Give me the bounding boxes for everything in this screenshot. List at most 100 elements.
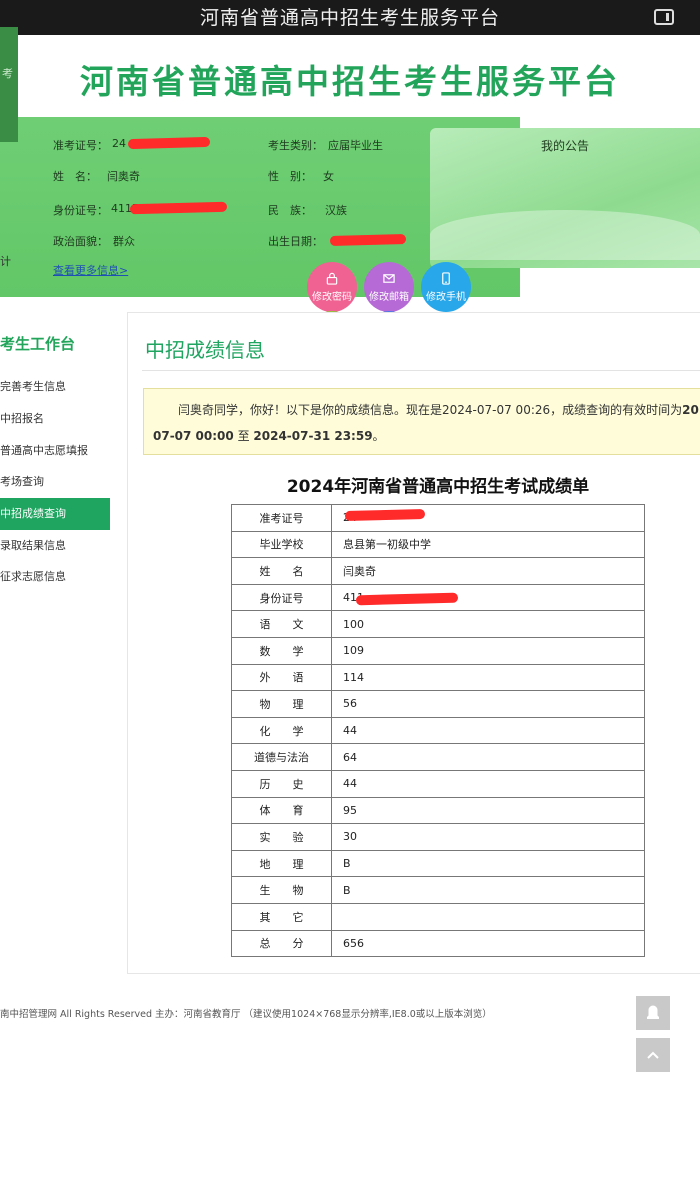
redaction-mark (344, 508, 426, 522)
table-row: 其 它 (231, 902, 645, 931)
lock-icon (326, 272, 338, 285)
top-bar: 河南省普通高中招生考生服务平台 (0, 0, 700, 35)
more-info-link[interactable]: 查看更多信息> (53, 262, 128, 278)
sidebar-item-volunteer[interactable]: 普通高中志愿填报 (0, 435, 110, 467)
row-value: 64 (331, 743, 645, 771)
sidebar-item-admission[interactable]: 录取结果信息 (0, 530, 110, 562)
row-subject: 化 学 (231, 716, 332, 745)
exam-no-value: 24 (112, 137, 126, 150)
table-row: 地 理B (231, 849, 645, 878)
row-subject: 物 理 (231, 690, 332, 718)
notice-date-start-time: 07-07 00:00 (153, 429, 234, 443)
customer-service-button[interactable] (636, 996, 670, 1030)
row-value: 30 (331, 823, 645, 851)
row-subject: 道德与法治 (231, 743, 332, 771)
gender-value: 女 (323, 170, 334, 183)
table-row: 道德与法治 64 (231, 743, 645, 771)
table-row: 生 物B (231, 876, 645, 904)
ethnic-value: 汉族 (325, 204, 347, 217)
change-phone-button[interactable]: 修改手机 (421, 262, 471, 312)
row-value: 息县第一初级中学 (331, 530, 645, 559)
row-value: B (331, 849, 645, 878)
table-row: 数 学 109 (231, 636, 645, 665)
table-row: 实 验 30 (231, 823, 645, 851)
score-sheet-title: 2024年河南省普通高中招生考试成绩单 (286, 477, 590, 497)
id-label: 身份证号： (53, 204, 108, 217)
notice-end: 。 (372, 429, 385, 443)
row-subject: 地 理 (231, 849, 332, 878)
announcement-title: 我的公告 (540, 139, 589, 153)
row-value: 56 (331, 690, 645, 718)
mail-icon (383, 274, 395, 283)
row-subject: 身份证号 (231, 583, 332, 612)
phone-icon (442, 272, 450, 285)
sidebar-item-score[interactable]: 中招成绩查询 (0, 498, 110, 530)
back-to-top-button[interactable] (636, 1038, 670, 1072)
row-subject: 生 物 (231, 876, 332, 904)
profile-photo: 考 (0, 27, 18, 142)
notice-line-2: 07-07 00:00 至 2024-07-31 23:59。 (153, 423, 385, 449)
sidebar-item-complete-info[interactable]: 完善考生信息 (0, 371, 110, 403)
sidebar-item-supplement[interactable]: 征求志愿信息 (0, 561, 110, 593)
row-subject: 姓 名 (231, 557, 332, 585)
change-phone-label: 修改手机 (426, 292, 466, 303)
table-row: 历 史 44 (231, 769, 645, 798)
table-row: 化 学 44 (231, 716, 645, 745)
photo-caption: 计 (0, 255, 11, 268)
bell-icon (647, 1005, 659, 1019)
change-password-label: 修改密码 (312, 292, 352, 303)
decorative-wave (430, 210, 700, 260)
table-row: 语 文 100 (231, 610, 645, 638)
table-row: 毕业学校 息县第一初级中学 (231, 530, 645, 559)
political-label: 政治面貌： (53, 235, 108, 248)
change-password-button[interactable]: 修改密码 (307, 262, 357, 312)
row-subject: 外 语 (231, 663, 332, 692)
redaction-mark (329, 234, 407, 246)
table-row: 物 理 56 (231, 690, 645, 718)
row-subject: 历 史 (231, 769, 332, 798)
row-value: B (331, 876, 645, 904)
row-value: 95 (331, 796, 645, 825)
row-value: 109 (331, 636, 645, 665)
score-table: 准考证号24毕业学校息县第一初级中学姓 名闫奥奇身份证号411语 文100数 学… (231, 504, 645, 958)
site-title: 河南省普通高中招生考生服务平台 (80, 62, 620, 101)
notice-date-start: 20 (682, 403, 699, 417)
name-value: 闫奥奇 (107, 170, 140, 183)
row-value: 114 (331, 663, 645, 692)
notice-line-1: 闫奥奇同学，你好！以下是你的成绩信息。现在是2024-07-07 00:26，成… (178, 397, 699, 423)
change-email-button[interactable]: 修改邮箱 (364, 262, 414, 312)
row-subject: 体 育 (231, 796, 332, 825)
score-notice: 闫奥奇同学，你好！以下是你的成绩信息。现在是2024-07-07 00:26，成… (143, 388, 700, 455)
tab-switcher-icon[interactable] (654, 9, 674, 25)
table-row: 准考证号24 (231, 504, 645, 532)
row-subject: 数 学 (231, 636, 332, 665)
row-subject: 其 它 (231, 902, 332, 931)
category-label: 考生类别： (268, 139, 323, 152)
announcement-card[interactable]: 我的公告 (430, 128, 700, 268)
table-row: 外 语 114 (231, 663, 645, 692)
ethnic-label: 民 族： (268, 204, 312, 217)
row-value: 44 (331, 716, 645, 745)
row-subject: 语 文 (231, 610, 332, 638)
page-title: 中招成绩信息 (145, 338, 265, 362)
sidebar-title: 考生工作台 (0, 335, 76, 353)
row-value: 656 (331, 929, 645, 958)
category-value: 应届毕业生 (328, 139, 383, 152)
political-value: 群众 (113, 235, 135, 248)
notice-date-end: 2024-07-31 23:59 (253, 429, 373, 443)
gender-label: 性 别： (268, 170, 312, 183)
exam-no-label: 准考证号： (53, 139, 108, 152)
row-subject: 总 分 (231, 929, 332, 958)
sidebar-item-exam-room[interactable]: 考场查询 (0, 466, 110, 498)
table-row: 体 育 95 (231, 796, 645, 825)
notice-text: 闫奥奇同学，你好！以下是你的成绩信息。现在是2024-07-07 00:26，成… (178, 403, 683, 417)
divider (142, 370, 700, 371)
row-value: 闫奥奇 (331, 557, 645, 585)
row-subject: 实 验 (231, 823, 332, 851)
change-email-label: 修改邮箱 (369, 292, 409, 303)
photo-text: 考 (2, 67, 13, 80)
birth-label: 出生日期： (268, 235, 323, 248)
sidebar-item-registration[interactable]: 中招报名 (0, 403, 110, 435)
row-subject: 准考证号 (231, 504, 332, 532)
table-row: 姓 名闫奥奇 (231, 557, 645, 585)
